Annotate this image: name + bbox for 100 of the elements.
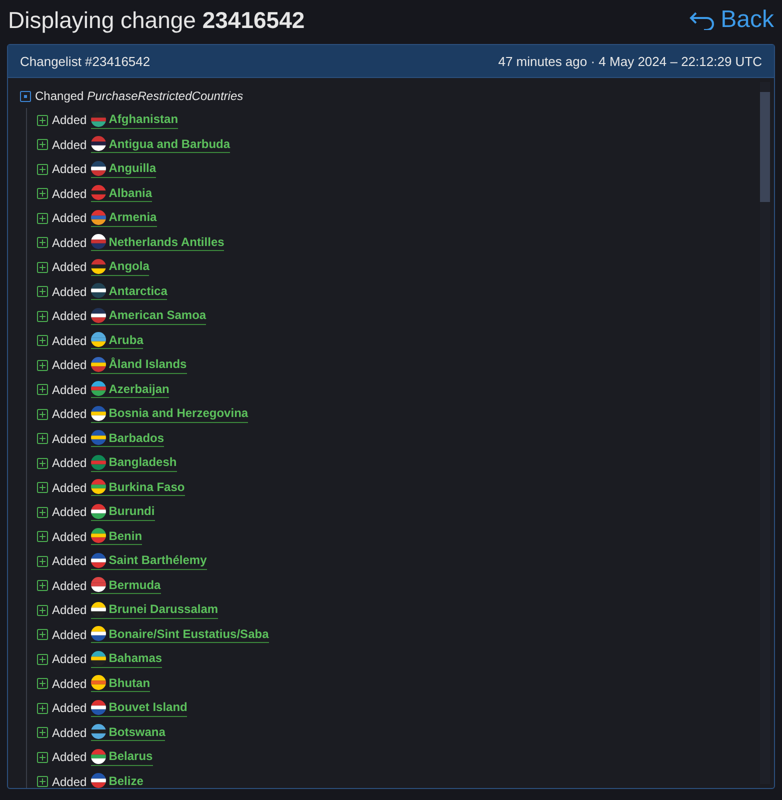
change-action: Added: [52, 236, 87, 250]
country-link[interactable]: Barbados: [90, 430, 164, 448]
country-link[interactable]: Bonaire/Sint Eustatius/Saba: [90, 626, 269, 644]
plus-icon: [37, 262, 48, 273]
change-action: Added: [52, 603, 87, 618]
scrollbar[interactable]: [760, 82, 770, 784]
country-link[interactable]: Afghanistan: [90, 112, 178, 129]
plus-icon: [37, 360, 48, 371]
change-action: Added: [52, 382, 87, 397]
plus-icon: [37, 384, 48, 396]
change-action: Added: [52, 578, 87, 593]
plus-icon: [37, 114, 48, 126]
flag-icon: [90, 258, 106, 274]
country-link[interactable]: Albania: [90, 185, 152, 202]
change-action: Added: [52, 726, 87, 740]
changelist-title: Changelist #23416542: [20, 54, 150, 68]
country-link[interactable]: Brunei Darussalam: [90, 602, 218, 619]
flag-icon: [90, 479, 106, 494]
flag-icon: [90, 430, 106, 446]
flag-icon: [90, 650, 106, 666]
country-link[interactable]: Bhutan: [90, 675, 150, 692]
flag-icon: [90, 552, 106, 568]
country-link[interactable]: Botswana: [90, 724, 166, 742]
change-action: Added: [52, 480, 87, 495]
plus-icon: [37, 188, 48, 200]
country-link[interactable]: Netherlands Antilles: [90, 234, 224, 252]
country-link[interactable]: American Samoa: [90, 308, 206, 325]
change-action: Added: [52, 652, 87, 666]
flag-icon: [90, 234, 106, 250]
country-link[interactable]: Burkina Faso: [90, 479, 185, 496]
flag-icon: [90, 356, 106, 372]
plus-icon: [37, 212, 48, 224]
country-link[interactable]: Bahamas: [90, 650, 162, 668]
country-link[interactable]: Åland Islands: [90, 356, 187, 374]
change-action: Added: [52, 554, 87, 568]
flag-icon: [90, 577, 106, 592]
plus-icon: [37, 776, 48, 788]
flag-icon: [90, 283, 106, 298]
change-action: Added: [52, 774, 87, 788]
country-link[interactable]: Belarus: [90, 748, 153, 766]
flag-icon: [90, 112, 106, 127]
change-action: Added: [52, 309, 87, 324]
plus-icon: [37, 458, 48, 469]
country-link[interactable]: Antarctica: [90, 283, 168, 300]
timestamp: 47 minutes ago · 4 May 2024 – 22:12:29 UTC: [498, 54, 762, 68]
change-action: Added: [52, 701, 87, 716]
country-link[interactable]: Bermuda: [90, 577, 161, 594]
flag-icon: [90, 724, 106, 740]
collapse-icon[interactable]: [20, 90, 31, 102]
country-link[interactable]: Bouvet Island: [90, 700, 188, 717]
flag-icon: [90, 308, 106, 323]
plus-icon: [37, 604, 48, 616]
plus-icon: [37, 237, 48, 248]
change-action: Added: [52, 750, 87, 764]
country-link[interactable]: Azerbaijan: [90, 381, 170, 398]
plus-icon: [37, 139, 48, 150]
flag-icon: [90, 773, 106, 788]
country-link[interactable]: Armenia: [90, 210, 157, 227]
page-title: Displaying change 23416542: [8, 6, 305, 34]
country-link[interactable]: Aruba: [90, 332, 144, 350]
change-action: Added: [52, 628, 87, 642]
plus-icon: [37, 654, 48, 665]
plus-icon: [37, 727, 48, 738]
change-action: Added: [52, 260, 87, 274]
country-link[interactable]: Angola: [90, 258, 150, 276]
plus-icon: [37, 286, 48, 298]
country-link[interactable]: Antigua and Barbuda: [90, 136, 230, 154]
country-link[interactable]: Bangladesh: [90, 454, 177, 472]
country-link[interactable]: Anguilla: [90, 160, 156, 178]
flag-icon: [90, 210, 106, 225]
change-action: Added: [52, 432, 87, 446]
plus-icon: [37, 310, 48, 322]
change-action: Added: [52, 530, 87, 544]
country-link[interactable]: Bosnia and Herzegovina: [90, 406, 248, 423]
plus-icon: [37, 580, 48, 592]
country-link[interactable]: Benin: [90, 528, 142, 546]
back-link[interactable]: Back: [688, 6, 774, 34]
plus-icon: [37, 556, 48, 567]
flag-icon: [90, 381, 106, 396]
flag-icon: [90, 504, 106, 519]
plus-icon: [37, 678, 48, 690]
plus-icon: [37, 629, 48, 640]
country-link[interactable]: Saint Barthélemy: [90, 552, 207, 570]
plus-icon: [37, 408, 48, 420]
plus-icon: [37, 482, 48, 494]
plus-icon: [37, 752, 48, 763]
flag-icon: [90, 700, 106, 715]
country-link[interactable]: Burundi: [90, 504, 155, 521]
plus-icon: [37, 506, 48, 518]
change-action: Added: [52, 334, 87, 348]
plus-icon: [37, 164, 48, 175]
plus-icon: [37, 531, 48, 542]
change-action: Added: [52, 284, 87, 299]
flag-icon: [90, 454, 106, 470]
country-link[interactable]: Belize: [90, 773, 144, 788]
flag-icon: [90, 185, 106, 200]
change-action: Added: [52, 505, 87, 520]
change-action: Added: [52, 186, 87, 201]
change-action: Added: [52, 407, 87, 422]
plus-icon: [37, 702, 48, 714]
